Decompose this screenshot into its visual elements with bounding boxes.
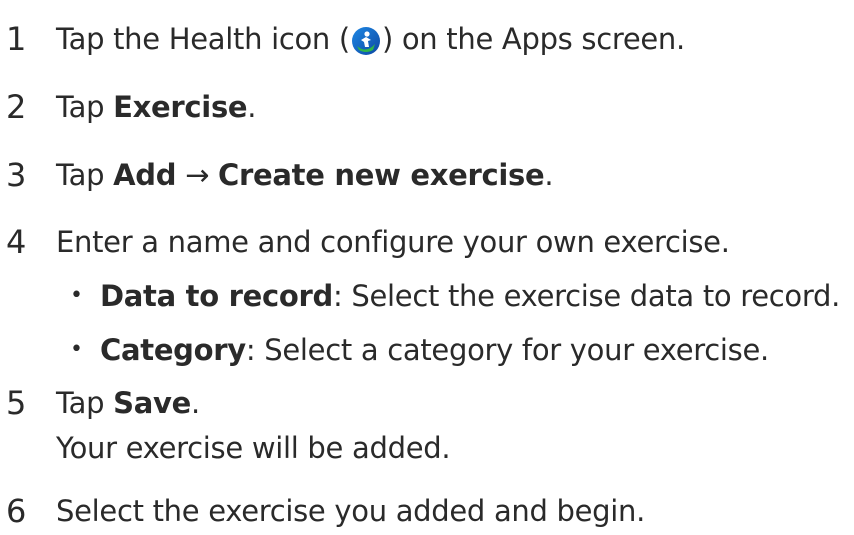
add-menu-label: Add: [113, 158, 177, 192]
instructions-page: 1 Tap the Health icon ( ) on the Apps sc…: [0, 0, 854, 535]
bullet-description: : Select the exercise data to record.: [333, 279, 841, 313]
step-text: Tap Save.: [56, 384, 200, 422]
bullet-text: Data to record: Select the exercise data…: [100, 277, 840, 315]
step-text-pre: Tap: [56, 90, 114, 124]
health-app-icon: [351, 26, 381, 56]
step-text-pre: Tap the Health icon (: [56, 22, 350, 56]
step-4: 4 Enter a name and configure your own ex…: [0, 223, 730, 261]
step-number: 6: [6, 492, 27, 530]
step-text-post: .: [544, 158, 554, 192]
step-text: Select the exercise you added and begin.: [56, 494, 646, 528]
step-text-pre: Tap: [56, 386, 114, 420]
step-number: 2: [6, 88, 27, 126]
step-5-result: Your exercise will be added.: [56, 431, 451, 465]
bullet-data-to-record: • Data to record: Select the exercise da…: [70, 277, 840, 315]
step-text-post: .: [190, 386, 200, 420]
bullet-icon: •: [70, 283, 83, 308]
step-text: Enter a name and configure your own exer…: [56, 225, 730, 259]
step-number: 4: [6, 223, 27, 261]
bullet-term: Data to record: [100, 279, 333, 313]
step-number: 3: [6, 156, 27, 194]
step-6: 6 Select the exercise you added and begi…: [0, 492, 645, 530]
step-2: 2 Tap Exercise.: [0, 88, 257, 126]
step-text: Tap the Health icon ( ) on the Apps scre…: [56, 20, 685, 58]
create-new-exercise-label: Create new exercise: [218, 158, 545, 192]
bullet-term: Category: [100, 333, 246, 367]
step-5: 5 Tap Save.: [0, 384, 200, 422]
step-text: Tap Exercise.: [56, 88, 257, 126]
step-text-post: .: [247, 90, 257, 124]
bullet-icon: •: [70, 337, 83, 362]
step-text-post: ) on the Apps screen.: [381, 22, 685, 56]
step-1: 1 Tap the Health icon ( ) on the Apps sc…: [0, 20, 685, 58]
step-number: 5: [6, 384, 27, 422]
step-text-pre: Tap: [56, 158, 114, 192]
step-3: 3 Tap Add → Create new exercise.: [0, 156, 554, 194]
bullet-description: : Select a category for your exercise.: [245, 333, 769, 367]
save-label: Save: [113, 386, 191, 420]
exercise-menu-label: Exercise: [113, 90, 248, 124]
step-number: 1: [6, 20, 27, 58]
bullet-category: • Category: Select a category for your e…: [70, 331, 769, 369]
bullet-text: Category: Select a category for your exe…: [100, 331, 769, 369]
arrow-icon: →: [176, 158, 219, 192]
step-text: Tap Add → Create new exercise.: [56, 156, 554, 194]
